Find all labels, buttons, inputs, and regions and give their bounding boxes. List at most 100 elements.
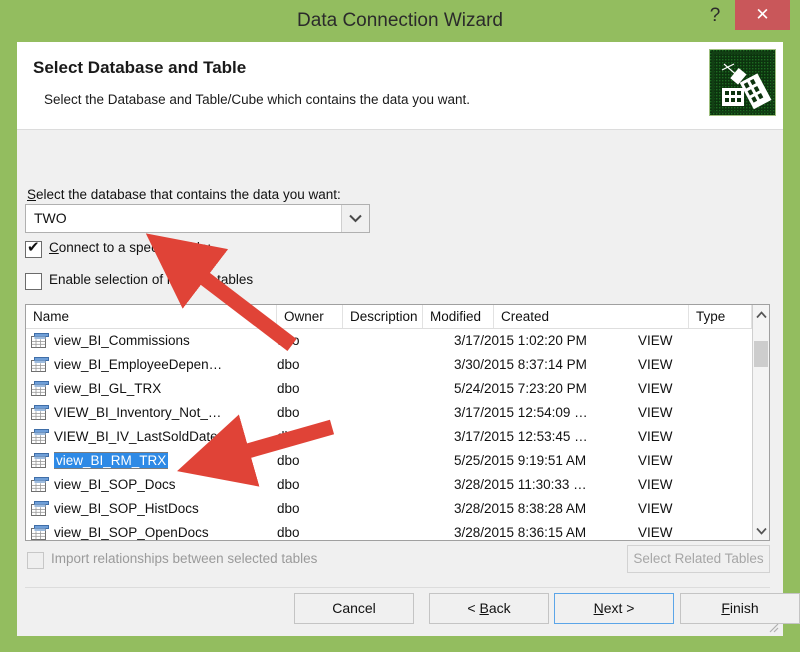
cell-type: VIEW [638, 429, 673, 444]
table-row[interactable]: VIEW_BI_Inventory_Not_… dbo 3/17/2015 12:5… [26, 401, 752, 425]
cell-name: view_BI_GL_TRX [54, 381, 162, 396]
select-related-tables-button: Select Related Tables [627, 545, 770, 573]
table-row[interactable]: view_BI_EmployeeDepen… dbo 3/30/2015 8:37:… [26, 353, 752, 377]
cell-name: view_BI_Commissions [54, 333, 190, 348]
connect-specific-table-label: Connect to a specific table: [49, 240, 211, 255]
cell-created: 3/30/2015 8:37:14 PM [454, 357, 587, 372]
table-view-icon [31, 429, 49, 444]
cell-owner: dbo [277, 477, 300, 492]
connect-specific-table-checkbox[interactable]: ✔ [25, 239, 42, 258]
finish-button-accesskey: F [721, 600, 730, 616]
cancel-button[interactable]: Cancel [294, 593, 414, 624]
database-select-value: TWO [34, 210, 67, 226]
close-button[interactable]: ✕ [735, 0, 790, 30]
resize-grip-icon[interactable] [768, 622, 780, 634]
enable-multiple-tables-label: Enable selection of multiple tables [49, 272, 253, 287]
cell-type: VIEW [638, 501, 673, 516]
cell-name: view_BI_SOP_Docs [54, 477, 176, 492]
enable-multiple-tables-text-a: Enable selection of m [49, 272, 179, 287]
table-row[interactable]: view_BI_SOP_Docs dbo 3/28/2015 11:30:33 … V… [26, 473, 752, 497]
scrollbar-thumb[interactable] [754, 341, 768, 367]
back-button-text: ack [488, 600, 511, 616]
connect-specific-table-text: onnect to a specific table: [58, 240, 212, 255]
table-row[interactable]: VIEW_BI_IV_LastSoldDate dbo 3/17/2015 12:5… [26, 425, 752, 449]
page-title: Select Database and Table [33, 58, 247, 77]
next-button[interactable]: Next > [554, 593, 674, 624]
cell-type: VIEW [638, 405, 673, 420]
cell-type: VIEW [638, 357, 673, 372]
table-row[interactable]: view_BI_Commissions dbo 3/17/2015 1:02:20 … [26, 329, 752, 353]
cell-owner: dbo [277, 333, 300, 348]
cell-name: view_BI_EmployeeDepen… [54, 357, 223, 372]
cell-owner: dbo [277, 405, 300, 420]
column-header-type[interactable]: Type [689, 305, 752, 328]
cell-created: 3/28/2015 11:30:33 … [454, 477, 587, 492]
database-connection-icon [709, 49, 776, 116]
column-header-modified[interactable]: Modified [423, 305, 494, 328]
cell-owner: dbo [277, 525, 300, 540]
dialog-window: Data Connection Wizard ? ✕ Select Databa… [0, 0, 800, 652]
table-view-icon [31, 333, 49, 348]
cell-created: 5/25/2015 9:19:51 AM [454, 453, 587, 468]
cell-owner: dbo [277, 429, 300, 444]
cell-created: 3/17/2015 12:54:09 … [454, 405, 588, 420]
column-header-name[interactable]: Name [26, 305, 277, 328]
back-button-accesskey: B [479, 600, 489, 616]
chevron-down-icon[interactable] [753, 522, 769, 539]
finish-button-text: inish [729, 600, 759, 616]
enable-multiple-tables-text-b: ltiple tables [185, 272, 254, 287]
cell-created: 3/17/2015 1:02:20 PM [454, 333, 587, 348]
cell-name: VIEW_BI_IV_LastSoldDate [54, 429, 218, 444]
cell-name: view_BI_SOP_OpenDocs [54, 525, 209, 540]
tables-list-rows[interactable]: view_BI_Commissions dbo 3/17/2015 1:02:20 … [26, 329, 752, 540]
column-header-owner[interactable]: Owner [277, 305, 343, 328]
title-bar: Data Connection Wizard ? ✕ [0, 0, 800, 42]
column-header-description[interactable]: Description [343, 305, 423, 328]
next-button-text: ext > [603, 600, 635, 616]
table-row[interactable]: view_BI_GL_TRX dbo 5/24/2015 7:23:20 PM VIE… [26, 377, 752, 401]
cell-created: 3/28/2015 8:38:28 AM [454, 501, 587, 516]
table-view-icon [31, 477, 49, 492]
cell-created: 3/17/2015 12:53:45 … [454, 429, 588, 444]
tables-list[interactable]: Name Owner Description Modified Created Type … [25, 304, 770, 541]
table-view-icon [31, 357, 49, 372]
cell-type: VIEW [638, 453, 673, 468]
cell-owner: dbo [277, 357, 300, 372]
import-relationships-checkbox [27, 552, 44, 569]
back-button-prefix: < [467, 600, 480, 616]
chevron-up-icon[interactable] [753, 306, 769, 323]
cell-owner: dbo [277, 501, 300, 516]
table-view-icon [31, 405, 49, 420]
enable-multiple-tables-accesskey: u [178, 272, 186, 287]
cell-type: VIEW [638, 477, 673, 492]
table-view-icon [31, 525, 49, 540]
column-header-created[interactable]: Created [494, 305, 689, 328]
chevron-down-icon[interactable] [341, 205, 369, 232]
cell-owner: dbo [277, 381, 300, 396]
enable-multiple-tables-checkbox[interactable] [25, 273, 42, 290]
tables-list-scrollbar[interactable] [752, 305, 769, 540]
table-view-icon [31, 381, 49, 396]
checkmark-icon: ✔ [27, 239, 40, 256]
help-button[interactable]: ? [698, 0, 732, 32]
footer-divider [25, 587, 770, 588]
import-relationships-label: Import relationships between selected ta… [51, 551, 318, 566]
cell-name: VIEW_BI_Inventory_Not_… [54, 405, 222, 420]
back-button[interactable]: < Back [429, 593, 549, 624]
selected-row-name: view_BI_RM_TRX [54, 452, 169, 469]
table-row[interactable]: view_BI_SOP_OpenDocs dbo 3/28/2015 8:36:15… [26, 521, 752, 540]
cell-type: VIEW [638, 525, 673, 540]
cell-type: VIEW [638, 381, 673, 396]
next-button-accesskey: N [593, 600, 604, 616]
database-label-text: elect the database that contains the dat… [36, 187, 341, 202]
cell-name: view_BI_RM_TRX [54, 449, 169, 473]
window-title: Data Connection Wizard [297, 10, 503, 31]
database-label: Select the database that contains the da… [27, 187, 341, 202]
cell-name: view_BI_SOP_HistDocs [54, 501, 199, 516]
finish-button[interactable]: Finish [680, 593, 800, 624]
table-row[interactable]: view_BI_SOP_HistDocs dbo 3/28/2015 8:38:28… [26, 497, 752, 521]
table-row[interactable]: view_BI_RM_TRX dbo 5/25/2015 9:19:51 AM VIE… [26, 449, 752, 473]
tables-list-header: Name Owner Description Modified Created Type [26, 305, 769, 329]
database-select[interactable]: TWO [25, 204, 370, 233]
page-subtitle: Select the Database and Table/Cube which… [44, 92, 471, 107]
